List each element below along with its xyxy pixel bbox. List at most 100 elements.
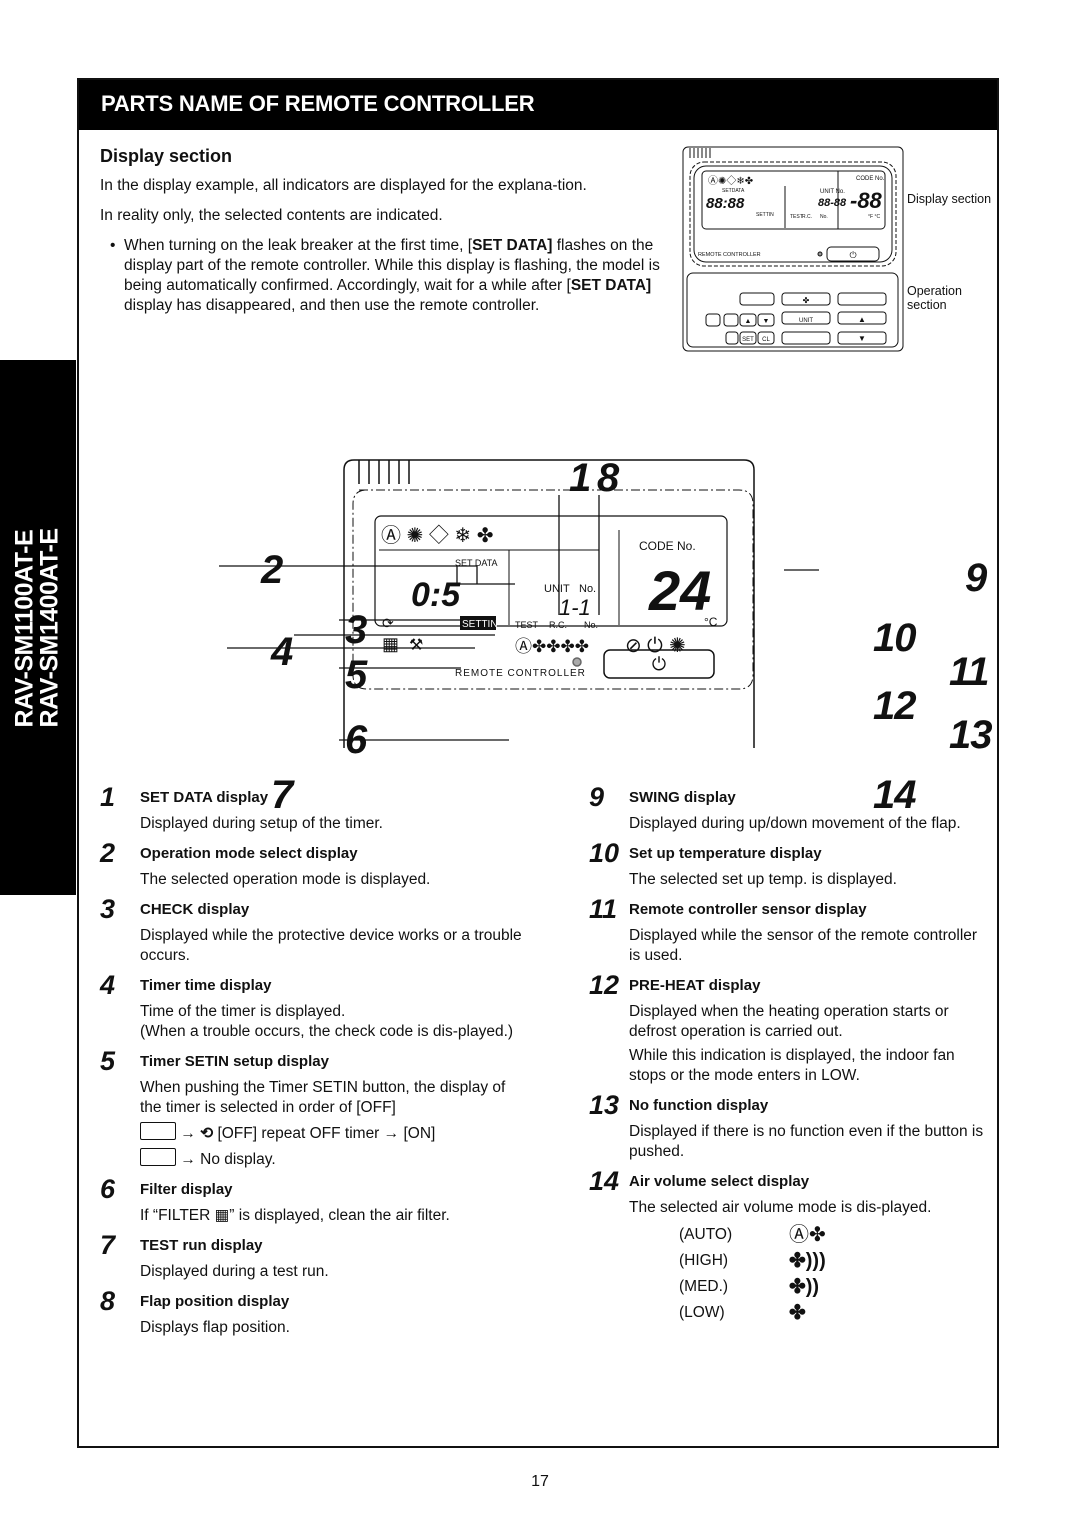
fan-mode-label: (HIGH): [679, 1252, 729, 1269]
filter-icon: ▦: [382, 634, 399, 654]
svg-text:▼: ▼: [858, 334, 866, 343]
item-number: 7: [100, 1230, 116, 1260]
item-filter: 6 Filter display If “FILTER ▦” is displa…: [100, 1174, 530, 1226]
lcd-code-no: CODE No.: [639, 539, 696, 553]
fan-mode-row: (HIGH) ✤))): [679, 1248, 989, 1274]
lcd-unit-digits: 1-1: [559, 595, 591, 620]
operation-section-label: Operation section: [907, 284, 962, 312]
wrench-icon: ⚒: [409, 637, 423, 654]
filter-icon: ▦: [214, 1207, 230, 1224]
bullet-text: display has disappeared, and then use th…: [124, 297, 540, 314]
item-desc: Displayed during up/down movement of the…: [629, 815, 961, 832]
lcd-unit-label: UNIT: [544, 583, 570, 595]
intro-section: Display section In the display example, …: [100, 146, 660, 316]
item-desc: Time of the timer is displayed.: [140, 1003, 346, 1020]
lcd-set-data: SETDATA: [722, 188, 745, 194]
lcd-no: No.: [820, 214, 828, 220]
callout-2: 2: [261, 548, 283, 592]
intro-bullet: When turning on the leak breaker at the …: [100, 236, 660, 316]
item-title: CHECK display: [140, 901, 250, 918]
fan-mode-row: (LOW) ✤: [679, 1300, 989, 1326]
item-desc: The selected operation mode is displayed…: [140, 871, 431, 888]
fan-mode-label: (AUTO): [679, 1226, 733, 1243]
item-desc: (When a trouble occurs, the check code i…: [140, 1023, 514, 1040]
desc-text: If “FILTER: [140, 1207, 211, 1224]
items-right-column: 9 SWING display Displayed during up/down…: [589, 782, 989, 1336]
cl-button-label: CL: [762, 337, 770, 343]
item-desc: Displayed when the heating operation sta…: [629, 1003, 949, 1040]
lcd-rc: R.C.: [802, 214, 812, 220]
lcd-test: TEST: [515, 620, 539, 630]
fan-mode-row: (MED.) ✤)): [679, 1274, 989, 1300]
bullet-bold: SET DATA]: [570, 277, 652, 294]
lcd-set-data: SET DATA: [455, 558, 498, 568]
item-number: 14: [589, 1166, 620, 1196]
item-desc: Displayed if there is no function even i…: [629, 1123, 984, 1160]
svg-text:▼: ▼: [763, 318, 770, 325]
item-title: Timer SETIN setup display: [140, 1053, 329, 1070]
vent-ribs: [689, 148, 711, 158]
item-desc: Displayed during setup of the timer.: [140, 815, 383, 832]
item-title: Timer time display: [140, 977, 272, 994]
item-desc: Displays flap position.: [140, 1319, 290, 1336]
intro-paragraph: In reality only, the selected contents a…: [100, 207, 443, 224]
intro-paragraph: In the display example, all indicators a…: [100, 177, 587, 194]
fan-mode-label: (LOW): [679, 1304, 725, 1321]
bullet-bold: SET DATA]: [472, 237, 553, 254]
section-banner: PARTS NAME OF REMOTE CONTROLLER: [79, 80, 997, 130]
callout-6: 6: [345, 718, 367, 762]
item-flap-position: 8 Flap position display Displays flap po…: [100, 1286, 530, 1338]
svg-text:✤: ✤: [803, 296, 810, 305]
svg-text:▲: ▲: [745, 318, 752, 325]
on-timer-icon: [140, 1148, 176, 1166]
callout-9: 9: [965, 556, 987, 600]
item-title: SWING display: [629, 789, 736, 806]
model-name: RAV-SM1100AT-E: [11, 529, 39, 728]
lcd-time: 88:88: [706, 195, 745, 212]
lcd-unit-digits: 88-88: [818, 197, 847, 209]
page-number: 17: [531, 1473, 549, 1490]
item-number: 6: [100, 1174, 116, 1204]
repeat-icon: ⟳: [382, 615, 394, 631]
content-frame: PARTS NAME OF REMOTE CONTROLLER Display …: [77, 78, 999, 1448]
item-desc: If “FILTER ▦” is displayed, clean the ai…: [140, 1206, 530, 1226]
callout-13: 13: [949, 713, 992, 757]
fan-mode-row: (AUTO) Ⓐ✤: [679, 1222, 989, 1248]
item-title: Remote controller sensor display: [629, 901, 867, 918]
set-button-label: SET: [742, 337, 754, 343]
fan-mode-table: (AUTO) Ⓐ✤ (HIGH) ✤))) (MED.) ✤)) (LOW) ✤: [679, 1222, 989, 1326]
item-desc: The selected set up temp. is displayed.: [629, 871, 897, 888]
item-test-run: 7 TEST run display Displayed during a te…: [100, 1230, 530, 1282]
operation-mode-icons: Ⓐ ✺ ◇ ❄ ✤: [381, 524, 494, 547]
item-desc: The selected air volume mode is dis-play…: [629, 1199, 932, 1216]
callout-4: 4: [271, 630, 293, 674]
display-section-label: Display section: [907, 192, 992, 206]
svg-text:▲: ▲: [858, 315, 866, 324]
item-timer-time: 4 Timer time display Time of the timer i…: [100, 970, 530, 1042]
item-number: 2: [100, 838, 116, 868]
lcd-test: TEST: [790, 214, 803, 220]
item-number: 5: [100, 1046, 116, 1076]
lcd-unit-no: UNIT No.: [820, 189, 845, 195]
item-number: 11: [589, 894, 618, 924]
arrow: →: [180, 1125, 196, 1142]
sequence-text: → No display.: [180, 1151, 276, 1168]
item-number: 9: [589, 782, 605, 812]
lcd-temp: 24: [648, 559, 711, 622]
page-title: PARTS NAME OF REMOTE CONTROLLER: [101, 91, 535, 116]
fan-volume-icons: Ⓐ✤✤✤✤: [515, 637, 589, 656]
lcd-setin: SETTIN: [462, 619, 498, 630]
item-operation-mode: 2 Operation mode select display The sele…: [100, 838, 530, 890]
callout-11: 11: [949, 650, 990, 694]
preheat-icon: ✺: [669, 635, 686, 657]
item-title: Operation mode select display: [140, 845, 358, 862]
item-set-data: 1 SET DATA display Displayed during setu…: [100, 782, 530, 834]
item-number: 4: [100, 970, 116, 1000]
item-number: 13: [589, 1090, 620, 1120]
item-check: 3 CHECK display Displayed while the prot…: [100, 894, 530, 966]
lcd-setin: SETTIN: [756, 212, 774, 218]
off-timer-icon: [140, 1122, 176, 1140]
item-desc: Displayed while the sensor of the remote…: [629, 927, 978, 964]
item-title: TEST run display: [140, 1237, 263, 1254]
item-number: 1: [100, 782, 116, 812]
